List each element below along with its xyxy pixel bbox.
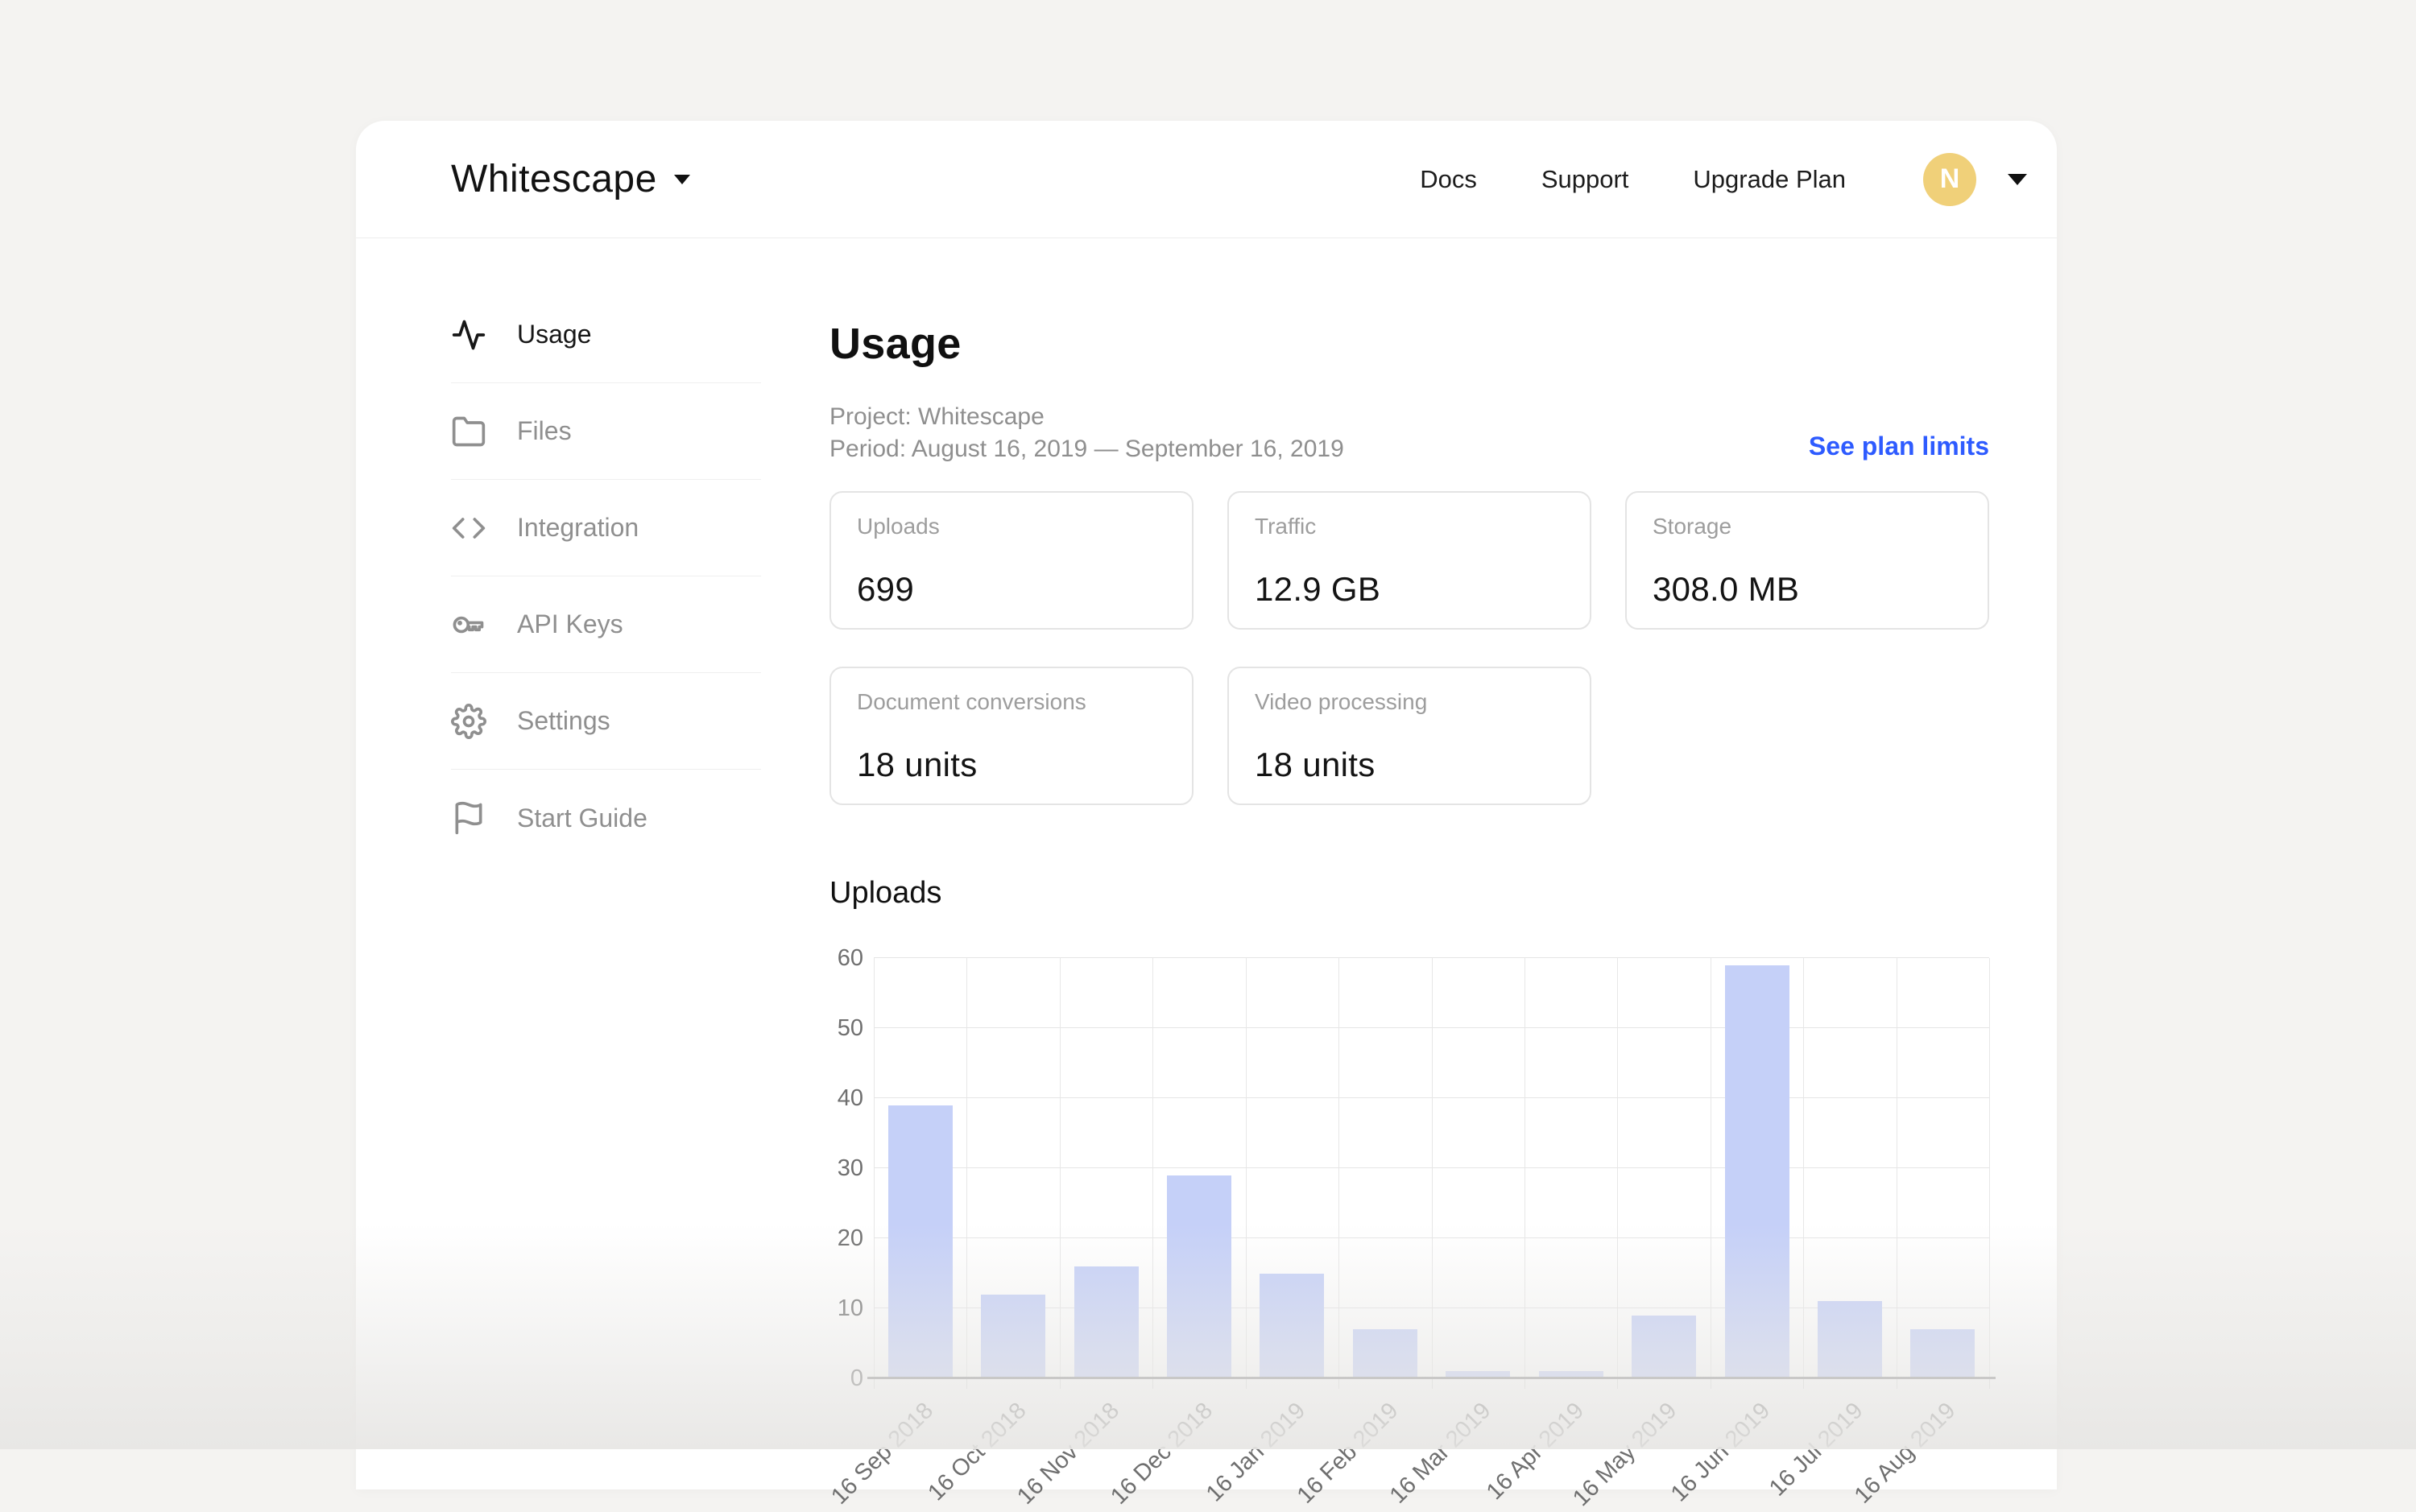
bar-16-jan-2019	[1260, 1273, 1325, 1378]
sidebar-item-usage[interactable]: Usage	[451, 287, 761, 383]
axis-tick	[1803, 1378, 1805, 1389]
chart-slot: 16 Mar 2019	[1385, 958, 1524, 1509]
axis-tick	[1245, 1378, 1247, 1389]
bar-16-feb-2019	[1352, 1329, 1417, 1378]
bar-16-jul-2019	[1817, 1301, 1882, 1378]
stat-label: Storage	[1653, 514, 1732, 539]
avatar[interactable]: N	[1923, 152, 1976, 206]
stat-value: 18 units	[1255, 746, 1376, 783]
chart-slot: 16 Feb 2019	[1293, 958, 1431, 1509]
y-tick-label: 20	[837, 1225, 863, 1252]
sidebar-item-api-keys[interactable]: API Keys	[451, 576, 761, 673]
stat-card-traffic: Traffic 12.9 GB	[1227, 491, 1591, 630]
axis-tick	[1152, 1378, 1154, 1389]
y-tick-label: 50	[837, 1015, 863, 1041]
bar-16-may-2019	[1632, 1315, 1697, 1378]
sidebar-item-start-guide[interactable]: Start Guide	[451, 770, 761, 866]
app-header: Whitescape Docs Support Upgrade Plan N	[356, 121, 2057, 238]
stat-label: Video processing	[1255, 689, 1428, 714]
axis-tick	[874, 1378, 875, 1389]
sidebar-item-integration[interactable]: Integration	[451, 480, 761, 576]
see-plan-limits-link[interactable]: See plan limits	[1809, 432, 1989, 461]
flag-icon	[451, 800, 486, 836]
sidebar-item-label: Start Guide	[517, 803, 647, 832]
chart-title: Uploads	[829, 876, 942, 910]
bar-16-oct-2018	[981, 1294, 1046, 1378]
y-tick-label: 60	[837, 945, 863, 971]
x-tick-label: 16 Sep 2018	[826, 1398, 939, 1510]
sidebar-item-settings[interactable]: Settings	[451, 673, 761, 770]
gear-icon	[451, 703, 486, 739]
sidebar-item-label: Files	[517, 416, 572, 445]
sidebar-item-label: Usage	[517, 320, 592, 349]
axis-tick	[1617, 1378, 1619, 1389]
project-line: Project: Whitescape	[829, 403, 1045, 430]
stat-card-video-processing: Video processing 18 units	[1227, 667, 1591, 805]
x-tick-label: 16 Jun 2019	[1665, 1398, 1776, 1507]
stat-value: 18 units	[857, 746, 978, 783]
stat-value: 308.0 MB	[1653, 570, 1800, 608]
chart-slot: 16 Jun 2019	[1666, 958, 1803, 1507]
stat-card-uploads: Uploads 699	[829, 491, 1194, 630]
sidebar: Usage Files Integration API Keys Setting…	[451, 287, 761, 866]
account-menu[interactable]: N	[1923, 152, 2028, 206]
stat-label: Traffic	[1255, 514, 1317, 539]
stat-label: Document conversions	[857, 689, 1086, 714]
main-content: Usage Project: Whitescape Period: August…	[826, 287, 1996, 1511]
sidebar-item-files[interactable]: Files	[451, 383, 761, 480]
chart-slot: 16 Dec 2018	[1106, 958, 1245, 1510]
axis-tick	[1524, 1378, 1525, 1389]
chart-slot: 16 Nov 2018	[1012, 958, 1152, 1510]
axis-tick	[966, 1378, 968, 1389]
app-logo: Whitescape	[451, 158, 657, 200]
usage-stats-grid: Uploads 699 Traffic 12.9 GB Storage 308.…	[829, 491, 1989, 805]
y-tick-label: 30	[837, 1155, 863, 1181]
stat-label: Uploads	[857, 514, 940, 539]
uploads-chart: 16 Sep 2018 16 Oct 2018 16 Nov 2018 16 Dec …	[826, 946, 1996, 1511]
x-axis-line	[867, 1377, 1996, 1379]
y-tick-label: 10	[837, 1295, 863, 1322]
chart-plot: 16 Sep 2018 16 Oct 2018 16 Nov 2018 16 Dec …	[826, 957, 1996, 1511]
bar-16-nov-2018	[1074, 1266, 1139, 1378]
sidebar-item-label: Integration	[517, 513, 639, 542]
nav-docs[interactable]: Docs	[1420, 165, 1477, 194]
bar-16-aug-2019	[1910, 1329, 1975, 1378]
chart-slot: 16 Aug 2019	[1850, 958, 1989, 1509]
stat-value: 12.9 GB	[1255, 570, 1381, 608]
chart-bars: 16 Sep 2018 16 Oct 2018 16 Nov 2018 16 Dec …	[826, 958, 1989, 1511]
bar-16-jun-2019	[1724, 965, 1789, 1378]
axis-tick	[1431, 1378, 1433, 1389]
axis-tick	[1338, 1378, 1340, 1389]
axis-tick	[1989, 1378, 1990, 1389]
sidebar-item-label: Settings	[517, 706, 610, 735]
activity-icon	[451, 317, 486, 353]
nav-upgrade-plan[interactable]: Upgrade Plan	[1693, 165, 1846, 194]
chart-slot: 16 Oct 2018	[923, 958, 1059, 1506]
chart-slot: 16 May 2019	[1569, 958, 1710, 1511]
y-tick-label: 0	[850, 1365, 863, 1391]
page-title: Usage	[829, 320, 962, 368]
chart-slot: 16 Jan 2019	[1201, 958, 1338, 1507]
chart-slot: 16 Apr 2019	[1482, 958, 1617, 1505]
project-switcher[interactable]: Whitescape	[451, 157, 691, 201]
header-nav: Docs Support Upgrade Plan	[1420, 165, 1846, 194]
nav-support[interactable]: Support	[1541, 165, 1629, 194]
folder-icon	[451, 414, 486, 449]
bar-16-dec-2018	[1166, 1175, 1231, 1378]
stat-card-storage: Storage 308.0 MB	[1625, 491, 1989, 630]
sidebar-item-label: API Keys	[517, 609, 623, 638]
app-card: Whitescape Docs Support Upgrade Plan N U…	[356, 121, 2057, 1511]
key-icon	[451, 607, 486, 642]
bar-16-sep-2018	[887, 1105, 953, 1378]
code-icon	[451, 510, 486, 546]
axis-tick	[1059, 1378, 1061, 1389]
v-gridline	[1989, 958, 1990, 1378]
chevron-down-icon	[2007, 173, 2028, 186]
chart-slot: 16 Sep 2018	[826, 958, 966, 1510]
stat-value: 699	[857, 570, 914, 608]
stat-card-document-conversions: Document conversions 18 units	[829, 667, 1194, 805]
y-tick-label: 40	[837, 1085, 863, 1112]
chevron-down-icon	[673, 174, 691, 185]
chart-slot: 16 Jul 2019	[1764, 958, 1896, 1502]
